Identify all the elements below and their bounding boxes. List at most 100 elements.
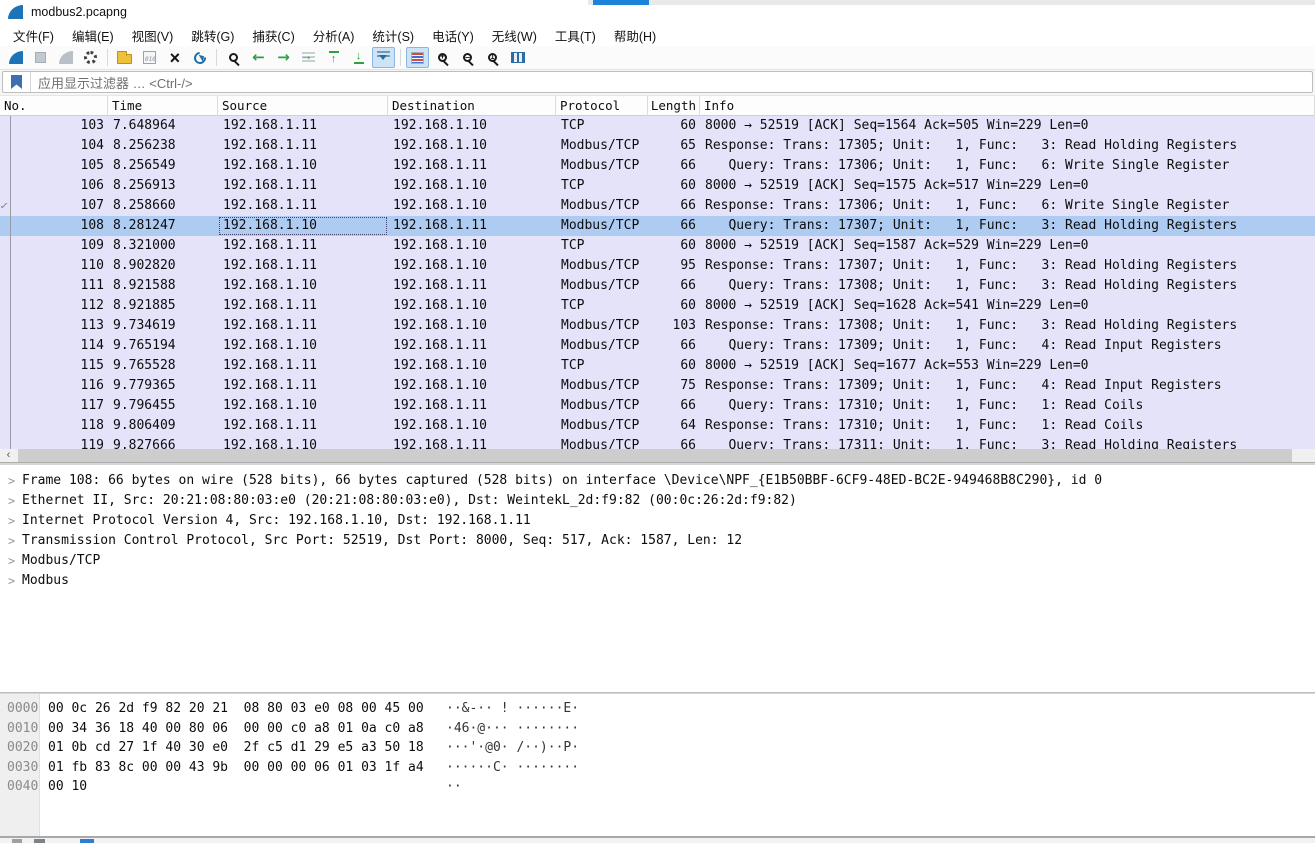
main-toolbar	[0, 46, 1315, 70]
packet-row-selected[interactable]: 1088.281247192.168.1.10192.168.1.11Modbu…	[0, 216, 1315, 236]
detail-line[interactable]: >Modbus/TCP	[0, 551, 1315, 571]
go-top-icon[interactable]	[322, 47, 345, 68]
packet-row[interactable]: 1058.256549192.168.1.10192.168.1.11Modbu…	[0, 156, 1315, 176]
hex-ascii[interactable]: ···'·@0· /··)··P·	[446, 738, 579, 758]
column-header-info[interactable]: Info	[700, 96, 1315, 116]
menu-bar: 文件(F)编辑(E)视图(V)跳转(G)捕获(C)分析(A)统计(S)电话(Y)…	[0, 24, 1315, 46]
menu-item[interactable]: 捕获(C)	[243, 24, 303, 47]
resize-columns-icon[interactable]	[506, 47, 529, 68]
reload-file-icon[interactable]	[188, 47, 211, 68]
cell-proto: Modbus/TCP	[556, 376, 648, 396]
detail-line[interactable]: >Internet Protocol Version 4, Src: 192.1…	[0, 511, 1315, 531]
hex-ascii[interactable]: ··&-·· ! ······E·	[446, 699, 579, 719]
cell-info: Response: Trans: 17306; Unit: 1, Func: 6…	[700, 196, 1315, 216]
open-file-icon[interactable]	[113, 47, 136, 68]
menu-item[interactable]: 统计(S)	[363, 24, 423, 47]
save-file-icon[interactable]	[138, 47, 161, 68]
colorize-icon[interactable]	[406, 47, 429, 68]
packet-row[interactable]: 1199.827666192.168.1.10192.168.1.11Modbu…	[0, 436, 1315, 449]
hex-offset: 0030	[7, 758, 38, 778]
menu-item[interactable]: 跳转(G)	[182, 24, 243, 47]
packet-row[interactable]: 1189.806409192.168.1.11192.168.1.10Modbu…	[0, 416, 1315, 436]
hex-bytes[interactable]: 01 0b cd 27 1f 40 30 e0 2f c5 d1 29 e5 a…	[48, 738, 424, 758]
restart-capture-icon[interactable]	[54, 47, 77, 68]
auto-scroll-icon[interactable]	[372, 47, 395, 68]
packet-row[interactable]: 1179.796455192.168.1.10192.168.1.11Modbu…	[0, 396, 1315, 416]
expert-info-icon[interactable]	[12, 839, 22, 843]
packet-row[interactable]: 1037.648964192.168.1.11192.168.1.10TCP60…	[0, 116, 1315, 136]
packet-row[interactable]: 1139.734619192.168.1.11192.168.1.10Modbu…	[0, 316, 1315, 336]
zoom-original-icon[interactable]	[481, 47, 504, 68]
column-header-no[interactable]: No.	[0, 96, 108, 116]
packet-row[interactable]: 1078.258660192.168.1.11192.168.1.10Modbu…	[0, 196, 1315, 216]
packet-row[interactable]: 1118.921588192.168.1.10192.168.1.11Modbu…	[0, 276, 1315, 296]
column-header-len[interactable]: Length	[648, 96, 700, 116]
scrollbar-thumb[interactable]	[18, 449, 1292, 462]
expander-icon[interactable]: >	[8, 511, 15, 531]
detail-line[interactable]: >Ethernet II, Src: 20:21:08:80:03:e0 (20…	[0, 491, 1315, 511]
go-bottom-icon[interactable]	[347, 47, 370, 68]
column-header-time[interactable]: Time	[108, 96, 218, 116]
expander-icon[interactable]: >	[8, 551, 15, 571]
hex-bytes[interactable]: 00 0c 26 2d f9 82 20 21 08 80 03 e0 08 0…	[48, 699, 424, 719]
detail-line[interactable]: >Modbus	[0, 571, 1315, 591]
detail-line[interactable]: >Transmission Control Protocol, Src Port…	[0, 531, 1315, 551]
packet-details-pane: >Frame 108: 66 bytes on wire (528 bits),…	[0, 465, 1315, 692]
go-back-icon[interactable]	[247, 47, 270, 68]
packet-row[interactable]: 1159.765528192.168.1.11192.168.1.10TCP60…	[0, 356, 1315, 376]
hex-ascii[interactable]: ······C· ········	[446, 758, 579, 778]
zoom-out-icon[interactable]	[456, 47, 479, 68]
hex-bytes[interactable]: 00 10	[48, 777, 87, 797]
expander-icon[interactable]: >	[8, 471, 15, 491]
packet-row[interactable]: 1108.902820192.168.1.11192.168.1.10Modbu…	[0, 256, 1315, 276]
menu-item[interactable]: 分析(A)	[304, 24, 364, 47]
capture-comment-icon[interactable]	[34, 839, 45, 843]
close-file-icon[interactable]	[163, 47, 186, 68]
capture-file-icon[interactable]	[80, 839, 94, 843]
stop-capture-glyph	[35, 52, 46, 63]
menu-item[interactable]: 文件(F)	[4, 24, 63, 47]
packet-row[interactable]: 1128.921885192.168.1.11192.168.1.10TCP60…	[0, 296, 1315, 316]
packet-row[interactable]: 1048.256238192.168.1.11192.168.1.10Modbu…	[0, 136, 1315, 156]
packet-row[interactable]: 1068.256913192.168.1.11192.168.1.10TCP60…	[0, 176, 1315, 196]
hex-ascii[interactable]: ··	[446, 777, 462, 797]
cell-dst: 192.168.1.10	[388, 376, 556, 396]
hex-ascii[interactable]: ·46·@··· ········	[446, 719, 579, 739]
column-header-src[interactable]: Source	[218, 96, 388, 116]
find-packet-icon[interactable]	[222, 47, 245, 68]
column-header-dst[interactable]: Destination	[388, 96, 556, 116]
scrollbar-left-arrow-icon[interactable]: ‹	[0, 449, 17, 462]
menu-item[interactable]: 工具(T)	[546, 24, 605, 47]
menu-item[interactable]: 视图(V)	[123, 24, 183, 47]
hex-bytes[interactable]: 01 fb 83 8c 00 00 43 9b 00 00 00 06 01 0…	[48, 758, 424, 778]
zoom-in-icon[interactable]	[431, 47, 454, 68]
cell-len: 60	[648, 176, 700, 196]
filter-bookmark-button[interactable]	[3, 72, 31, 92]
open-file-glyph	[117, 54, 132, 64]
hex-bytes[interactable]: 00 34 36 18 40 00 80 06 00 00 c0 a8 01 0…	[48, 719, 424, 739]
column-header-proto[interactable]: Protocol	[556, 96, 648, 116]
menu-item[interactable]: 电话(Y)	[423, 24, 483, 47]
start-capture-icon[interactable]	[4, 47, 27, 68]
packet-row[interactable]: 1098.321000192.168.1.11192.168.1.10TCP60…	[0, 236, 1315, 256]
menu-item[interactable]: 帮助(H)	[605, 24, 665, 47]
horizontal-scrollbar[interactable]: ‹	[0, 449, 1315, 462]
expander-icon[interactable]: >	[8, 571, 15, 591]
display-filter-input[interactable]: 应用显示过滤器 … <Ctrl-/>	[2, 71, 1313, 93]
packet-row[interactable]: 1169.779365192.168.1.11192.168.1.10Modbu…	[0, 376, 1315, 396]
toolbar-separator	[216, 49, 217, 66]
cell-len: 66	[648, 336, 700, 356]
expander-icon[interactable]: >	[8, 531, 15, 551]
cell-proto: TCP	[556, 296, 648, 316]
expander-icon[interactable]: >	[8, 491, 15, 511]
status-bar-fragment	[0, 838, 1315, 843]
cell-src: 192.168.1.11	[218, 136, 388, 156]
capture-options-icon[interactable]	[79, 47, 102, 68]
menu-item[interactable]: 编辑(E)	[63, 24, 123, 47]
goto-packet-icon[interactable]	[297, 47, 320, 68]
go-forward-icon[interactable]	[272, 47, 295, 68]
stop-capture-icon[interactable]	[29, 47, 52, 68]
detail-line[interactable]: >Frame 108: 66 bytes on wire (528 bits),…	[0, 471, 1315, 491]
packet-row[interactable]: 1149.765194192.168.1.10192.168.1.11Modbu…	[0, 336, 1315, 356]
menu-item[interactable]: 无线(W)	[483, 24, 546, 47]
